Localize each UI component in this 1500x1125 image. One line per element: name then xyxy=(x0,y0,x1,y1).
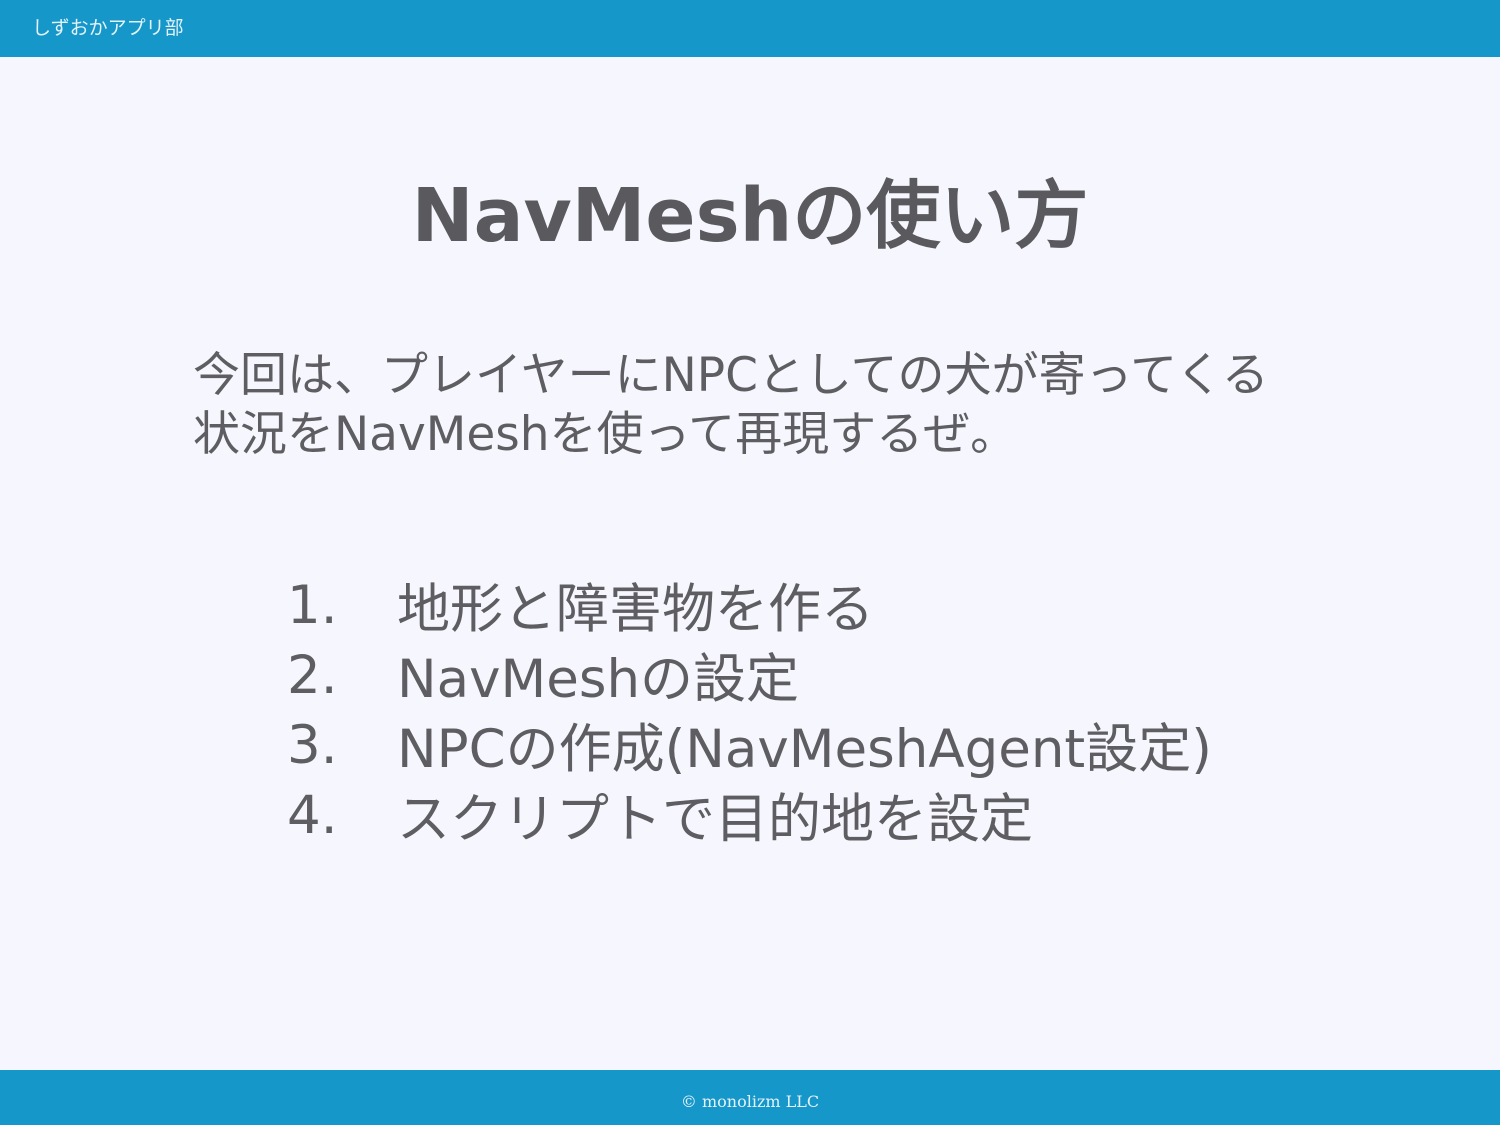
step-number: 1. xyxy=(287,574,338,636)
step-text: NPCの作成(NavMeshAgent設定) xyxy=(397,719,1212,780)
step-number: 3. xyxy=(287,714,338,776)
copyright-text: © monolizm LLC xyxy=(680,1092,820,1111)
steps-list: 1. 地形と障害物を作る 2. NavMeshの設定 3. NPCの作成(Nav… xyxy=(287,570,1212,851)
step-text: NavMeshの設定 xyxy=(397,649,800,710)
list-item: 4. スクリプトで目的地を設定 xyxy=(287,780,1212,851)
intro-line-1: 今回は、プレイヤーにNPCとしての犬が寄ってくる xyxy=(193,348,1269,403)
header-bar xyxy=(0,0,1500,57)
step-text: 地形と障害物を作る xyxy=(397,579,874,640)
list-item: 2. NavMeshの設定 xyxy=(287,640,1212,711)
intro-text: 今回は、プレイヤーにNPCとしての犬が寄ってくる 状況をNavMeshを使って再… xyxy=(193,346,1393,464)
step-number: 4. xyxy=(287,784,338,846)
list-item: 3. NPCの作成(NavMeshAgent設定) xyxy=(287,710,1212,781)
step-text: スクリプトで目的地を設定 xyxy=(397,789,1033,850)
intro-line-2: 状況をNavMeshを使って再現するぜ。 xyxy=(193,407,1018,462)
slide-title: NavMeshの使い方 xyxy=(411,173,1089,259)
step-number: 2. xyxy=(287,644,338,706)
org-name: しずおかアプリ部 xyxy=(32,17,184,39)
list-item: 1. 地形と障害物を作る xyxy=(287,570,1212,641)
